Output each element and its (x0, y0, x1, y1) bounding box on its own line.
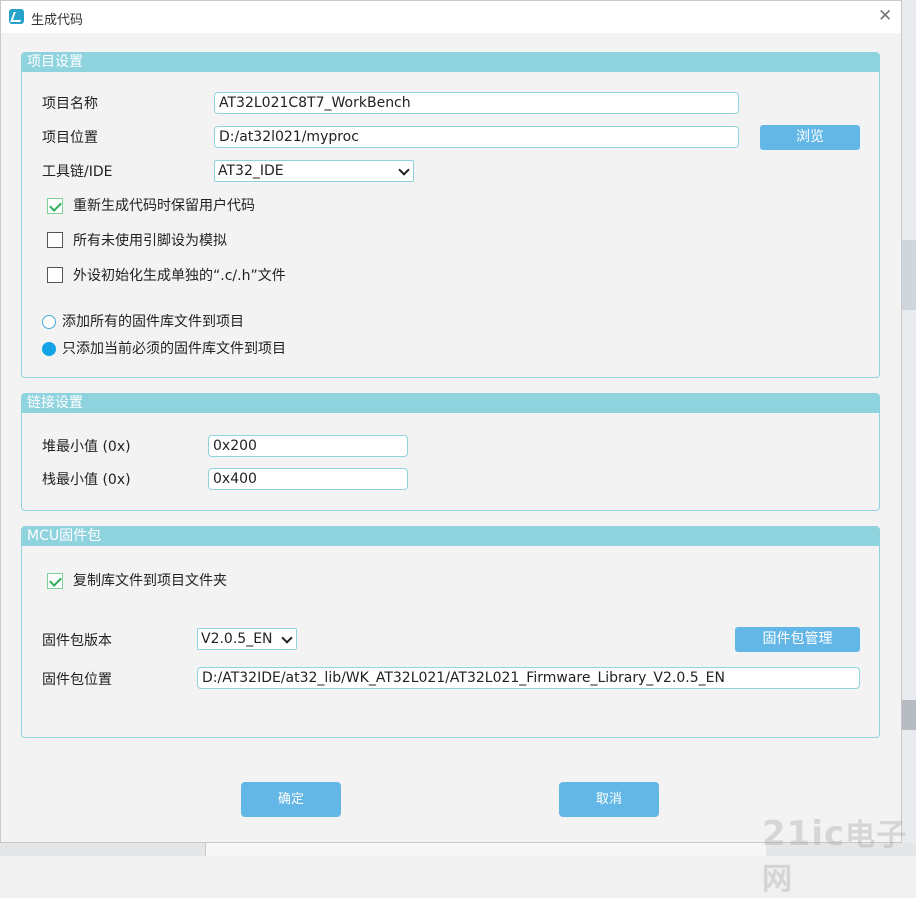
link-settings-group: 链接设置 堆最小值 (0x) 0x200 栈最小值 (0x) 0x400 (21, 393, 880, 511)
package-location-input[interactable]: D:/AT32IDE/at32_lib/WK_AT32L021/AT32L021… (197, 667, 860, 689)
stack-size-label: 栈最小值 (0x) (42, 472, 131, 488)
heap-size-input[interactable]: 0x200 (208, 435, 408, 457)
watermark-brand: 21ic (762, 814, 846, 854)
app-logo-icon (9, 9, 24, 24)
package-version-label: 固件包版本 (42, 633, 112, 649)
site-watermark: 21ic电子网 (762, 810, 916, 898)
mcu-package-header: MCU固件包 (22, 527, 879, 546)
project-name-label: 项目名称 (42, 96, 98, 112)
title-bar: 生成代码 ✕ (1, 1, 901, 33)
package-version-selected-value: V2.0.5_EN (201, 631, 273, 647)
add-all-library-files-radio[interactable] (42, 315, 56, 329)
project-name-input[interactable]: AT32L021C8T7_WorkBench (214, 92, 739, 114)
keep-user-code-label: 重新生成代码时保留用户代码 (73, 198, 255, 214)
add-required-library-files-label: 只添加当前必须的固件库文件到项目 (62, 341, 286, 357)
package-manage-button[interactable]: 固件包管理 (735, 627, 860, 652)
dialog-title: 生成代码 (31, 13, 84, 28)
link-settings-header: 链接设置 (22, 394, 879, 413)
background-panel (902, 240, 916, 310)
add-all-library-files-label: 添加所有的固件库文件到项目 (62, 314, 244, 330)
copy-library-checkbox[interactable] (47, 573, 63, 589)
package-location-label: 固件包位置 (42, 672, 112, 688)
background-window-edge (902, 0, 916, 856)
project-settings-header: 项目设置 (22, 53, 879, 72)
unused-pins-analog-label: 所有未使用引脚设为模拟 (73, 233, 227, 249)
ok-button[interactable]: 确定 (241, 782, 341, 817)
browse-button[interactable]: 浏览 (760, 125, 860, 150)
unused-pins-analog-checkbox[interactable] (47, 232, 63, 248)
project-settings-group: 项目设置 项目名称 AT32L021C8T7_WorkBench 项目位置 D:… (21, 52, 880, 378)
heap-size-label: 堆最小值 (0x) (42, 439, 131, 455)
chevron-down-icon (398, 164, 410, 176)
add-required-library-files-radio[interactable] (42, 342, 56, 356)
cancel-button[interactable]: 取消 (559, 782, 659, 817)
background-panel (205, 843, 766, 856)
copy-library-label: 复制库文件到项目文件夹 (73, 573, 227, 589)
project-location-input[interactable]: D:/at32l021/myproc (214, 126, 739, 148)
toolchain-label: 工具链/IDE (42, 164, 113, 180)
close-icon[interactable]: ✕ (878, 6, 892, 26)
chevron-down-icon (281, 632, 293, 644)
project-location-label: 项目位置 (42, 130, 98, 146)
toolchain-selected-value: AT32_IDE (218, 163, 284, 179)
background-panel (902, 700, 916, 730)
separate-files-checkbox[interactable] (47, 267, 63, 283)
separate-files-label: 外设初始化生成单独的“.c/.h”文件 (73, 268, 286, 284)
mcu-package-group: MCU固件包 复制库文件到项目文件夹 固件包版本 V2.0.5_EN 固件包管理… (21, 526, 880, 738)
generate-code-dialog: 生成代码 ✕ 项目设置 项目名称 AT32L021C8T7_WorkBench … (0, 0, 902, 843)
keep-user-code-checkbox[interactable] (47, 198, 63, 214)
package-version-select[interactable]: V2.0.5_EN (197, 628, 297, 650)
toolchain-select[interactable]: AT32_IDE (214, 160, 414, 182)
stack-size-input[interactable]: 0x400 (208, 468, 408, 490)
